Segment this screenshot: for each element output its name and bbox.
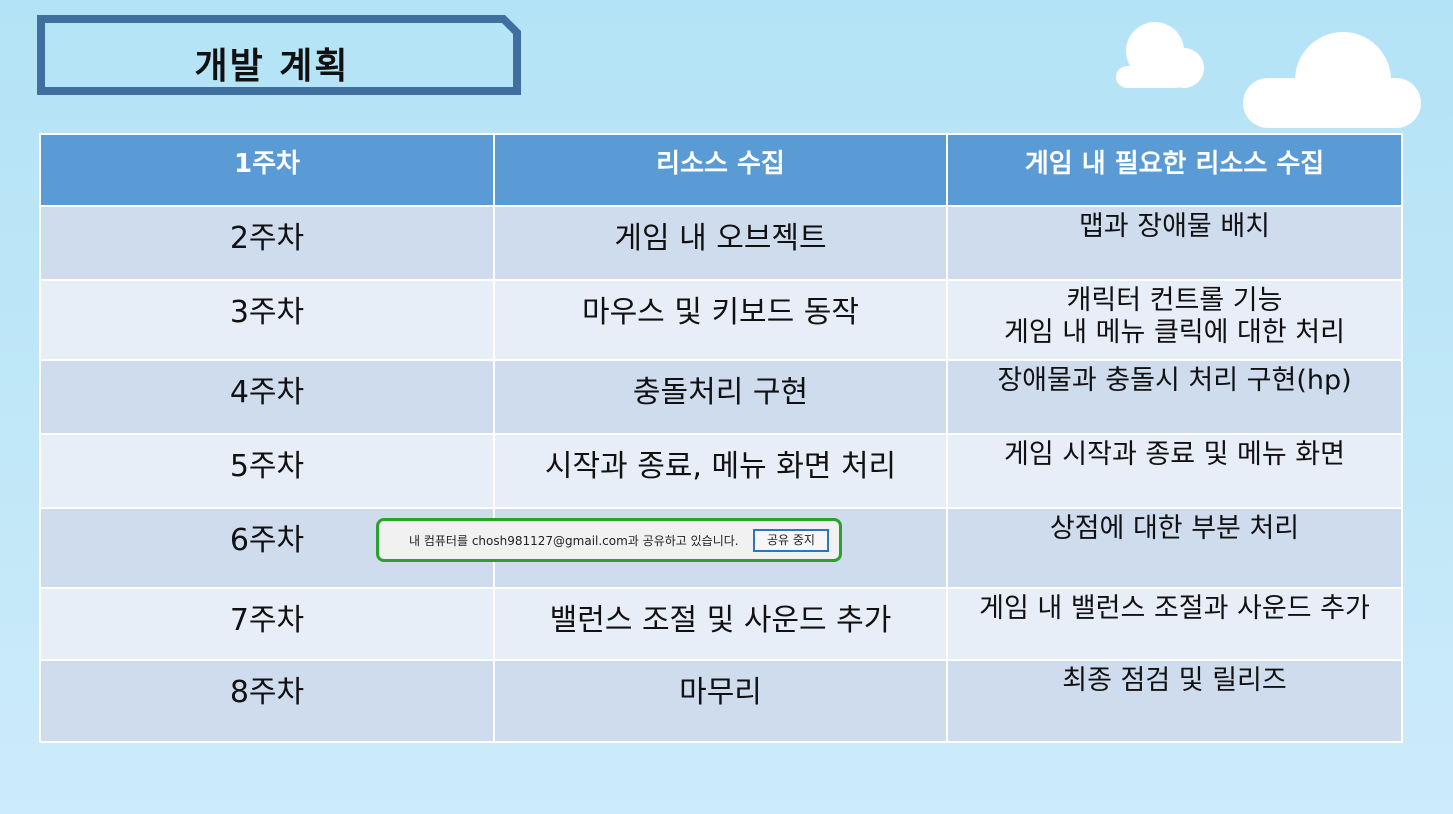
detail-cell: 최종 점검 및 릴리즈 bbox=[946, 659, 1403, 743]
detail-cell: 게임 시작과 종료 및 메뉴 화면 bbox=[946, 433, 1403, 509]
development-plan-table: 1주차 리소스 수집 게임 내 필요한 리소스 수집 2주차 게임 내 오브젝트… bbox=[39, 133, 1403, 743]
table-row: 5주차 시작과 종료, 메뉴 화면 처리 게임 시작과 종료 및 메뉴 화면 bbox=[39, 433, 1403, 509]
header-week: 1주차 bbox=[39, 133, 495, 207]
cloud-large-decoration bbox=[1243, 32, 1423, 128]
week-cell: 7주차 bbox=[39, 587, 495, 661]
table-header-row: 1주차 리소스 수집 게임 내 필요한 리소스 수집 bbox=[39, 133, 1403, 207]
task-cell: 충돌처리 구현 bbox=[493, 359, 948, 435]
detail-cell: 상점에 대한 부분 처리 bbox=[946, 507, 1403, 589]
table-row: 7주차 밸런스 조절 및 사운드 추가 게임 내 밸런스 조절과 사운드 추가 bbox=[39, 587, 1403, 661]
detail-line: 게임 내 밸런스 조절과 사운드 추가 bbox=[979, 593, 1370, 624]
share-message: 내 컴퓨터를 chosh981127@gmail.com과 공유하고 있습니다. bbox=[409, 534, 739, 548]
week-cell: 8주차 bbox=[39, 659, 495, 743]
detail-line: 상점에 대한 부분 처리 bbox=[1049, 513, 1300, 544]
detail-line: 맵과 장애물 배치 bbox=[1078, 211, 1271, 242]
task-cell: 시작과 종료, 메뉴 화면 처리 bbox=[493, 433, 948, 509]
task-cell: 밸런스 조절 및 사운드 추가 bbox=[493, 587, 948, 661]
detail-line: 게임 시작과 종료 및 메뉴 화면 bbox=[1004, 439, 1345, 470]
cloud-small-decoration bbox=[1116, 22, 1208, 88]
header-detail: 게임 내 필요한 리소스 수집 bbox=[946, 133, 1403, 207]
detail-line: 장애물과 충돌시 처리 구현(hp) bbox=[997, 365, 1352, 396]
week-cell: 5주차 bbox=[39, 433, 495, 509]
slide-title-inner: 개발 계획 bbox=[45, 23, 513, 87]
table-row: 2주차 게임 내 오브젝트 맵과 장애물 배치 bbox=[39, 205, 1403, 281]
detail-line: 최종 점검 및 릴리즈 bbox=[1062, 665, 1287, 696]
week-cell: 3주차 bbox=[39, 279, 495, 361]
header-task: 리소스 수집 bbox=[493, 133, 948, 207]
week-cell: 4주차 bbox=[39, 359, 495, 435]
task-cell: 마우스 및 키보드 동작 bbox=[493, 279, 948, 361]
slide-title-box: 개발 계획 bbox=[37, 15, 521, 95]
screen-share-notification: 내 컴퓨터를 chosh981127@gmail.com과 공유하고 있습니다.… bbox=[376, 518, 842, 562]
week-cell: 2주차 bbox=[39, 205, 495, 281]
detail-line: 캐릭터 컨트롤 기능 bbox=[1066, 285, 1283, 316]
detail-cell: 맵과 장애물 배치 bbox=[946, 205, 1403, 281]
table-row: 4주차 충돌처리 구현 장애물과 충돌시 처리 구현(hp) bbox=[39, 359, 1403, 435]
task-cell: 게임 내 오브젝트 bbox=[493, 205, 948, 281]
table-row: 3주차 마우스 및 키보드 동작 캐릭터 컨트롤 기능 게임 내 메뉴 클릭에 … bbox=[39, 279, 1403, 361]
detail-cell: 게임 내 밸런스 조절과 사운드 추가 bbox=[946, 587, 1403, 661]
detail-cell: 캐릭터 컨트롤 기능 게임 내 메뉴 클릭에 대한 처리 bbox=[946, 279, 1403, 361]
task-cell: 마무리 bbox=[493, 659, 948, 743]
detail-line: 게임 내 메뉴 클릭에 대한 처리 bbox=[1004, 317, 1345, 348]
detail-cell: 장애물과 충돌시 처리 구현(hp) bbox=[946, 359, 1403, 435]
stop-sharing-button[interactable]: 공유 중지 bbox=[753, 529, 829, 552]
slide-title: 개발 계획 bbox=[194, 46, 350, 87]
table-row: 8주차 마무리 최종 점검 및 릴리즈 bbox=[39, 659, 1403, 743]
